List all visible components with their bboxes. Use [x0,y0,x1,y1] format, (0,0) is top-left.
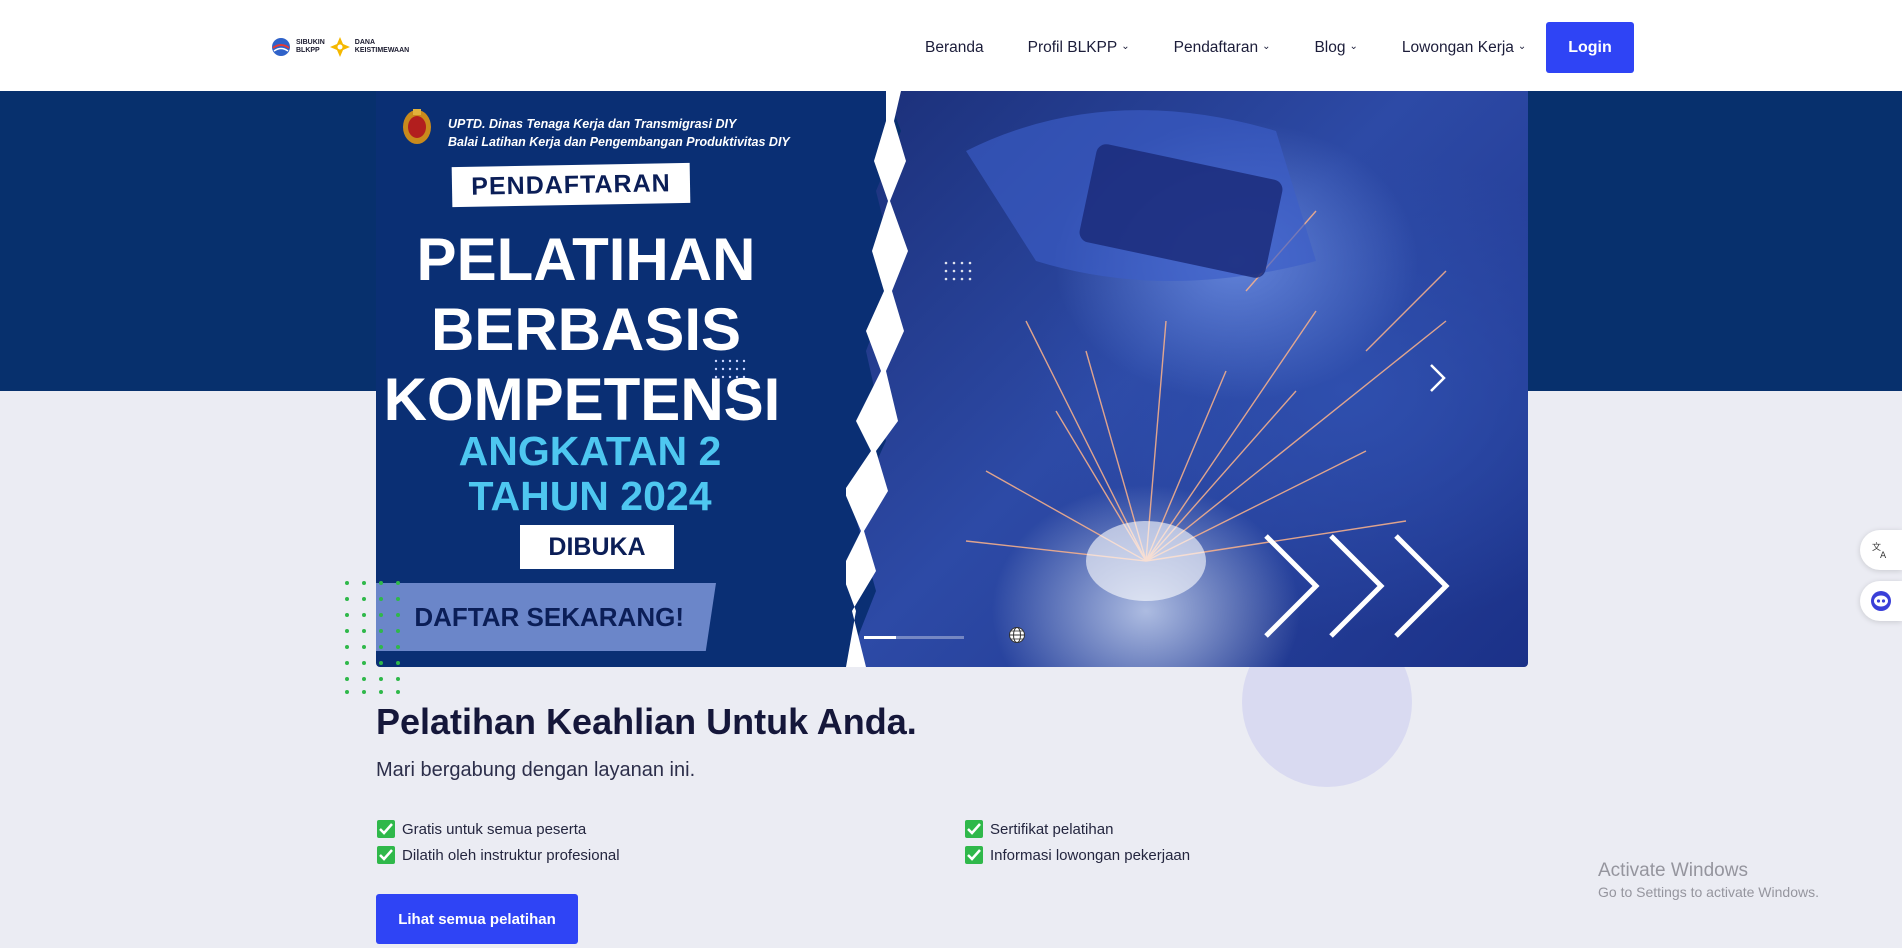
slider-progress [864,636,964,639]
banner-org-line2: Balai Latihan Kerja dan Pengembangan Pro… [448,135,790,149]
logo-brand1: SIBUKIN BLKPP [296,39,325,54]
nav-pendaftaran[interactable]: Pendaftaran ⌄ [1174,39,1271,57]
check-icon [377,820,395,838]
green-dot-grid-decoration [345,581,400,694]
feature-item: Sertifikat pelatihan [964,819,1113,839]
section-title: Pelatihan Keahlian Untuk Anda. [376,701,917,742]
dot-grid-decoration [714,359,746,379]
feature-item: Dilatih oleh instruktur profesional [376,845,620,865]
nav-profil-blkpp[interactable]: Profil BLKPP ⌄ [1028,39,1130,57]
chevron-right-icon [1430,364,1446,392]
site-logo[interactable]: SIBUKIN BLKPP DANA KEISTIMEWAAN [270,36,409,58]
hero-slider[interactable]: UPTD. Dinas Tenaga Kerja dan Transmigras… [376,91,1528,667]
slider-progress-active [864,636,896,639]
nav-beranda[interactable]: Beranda [925,39,984,57]
chatbot-icon [1871,591,1891,611]
diy-seal-icon [403,109,431,144]
banner-org-line1: UPTD. Dinas Tenaga Kerja dan Transmigras… [448,117,737,131]
banner-left-panel: UPTD. Dinas Tenaga Kerja dan Transmigras… [376,91,896,667]
svg-text:A: A [1880,551,1887,560]
banner-sub-line1: ANGKATAN 2 [458,428,722,474]
main-nav: Beranda Profil BLKPP ⌄ Pendaftaran ⌄ Blog ⌄… [925,22,1570,73]
nav-lowongan-kerja[interactable]: Lowongan Kerja ⌄ [1402,39,1526,57]
chevron-down-icon: ⌄ [1121,41,1130,52]
feature-item: Informasi lowongan pekerjaan [964,845,1190,865]
slider-next-button[interactable] [1427,361,1449,405]
feature-item: Gratis untuk semua peserta [376,819,586,839]
login-button[interactable]: Login [1546,22,1634,73]
banner-tag: PENDAFTARAN [451,162,691,208]
chatbot-button[interactable] [1860,581,1902,621]
banner-title-line1: PELATIHAN [416,226,756,293]
windows-activation-title: Activate Windows [1598,860,1748,881]
chevron-down-icon: ⌄ [1262,41,1271,52]
check-icon [377,846,395,864]
site-header: SIBUKIN BLKPP DANA KEISTIMEWAAN Beranda … [0,0,1902,91]
nav-blog[interactable]: Blog ⌄ [1314,39,1357,57]
torn-paper-edge-decoration [846,91,908,667]
dana-keistimewaan-logo-icon [329,37,350,57]
chevron-down-icon: ⌄ [1517,41,1527,52]
section-subtitle: Mari bergabung dengan layanan ini. [376,759,696,781]
check-icon [965,846,983,864]
banner-status: DIBUKA [520,525,674,569]
translate-icon: 文 A [1872,541,1887,560]
globe-icon [1009,627,1025,643]
triple-chevron-decoration [1264,534,1450,638]
banner-cta: DAFTAR SEKARANG! [376,583,716,651]
windows-activation-subtitle: Go to Settings to activate Windows. [1598,884,1819,900]
chevron-down-icon: ⌄ [1349,41,1358,52]
banner-title-line2: BERBASIS [430,296,742,363]
banner-sub-line2: TAHUN 2024 [468,473,712,519]
view-all-trainings-button[interactable]: Lihat semua pelatihan [376,894,578,944]
check-icon [965,820,983,838]
translate-button[interactable]: 文 A [1860,530,1902,570]
sibukin-logo-icon [272,38,290,56]
logo-brand2: DANA KEISTIMEWAAN [354,39,410,54]
